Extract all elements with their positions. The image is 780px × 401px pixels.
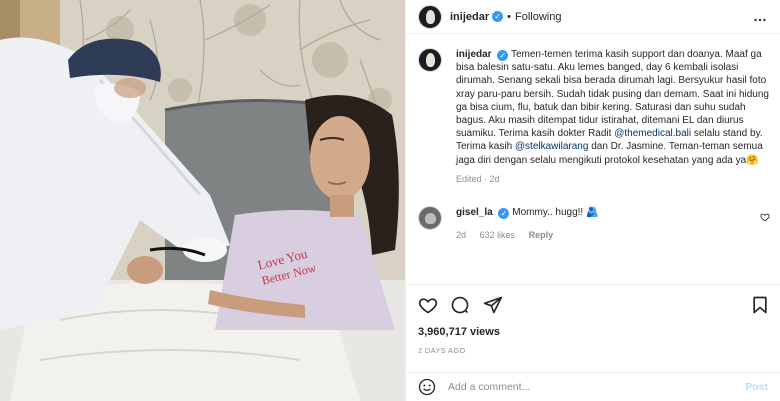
comment-text: gisel_la ✓ Mommy.. hugg!! 🫂 [456,206,756,219]
comment-message: Mommy.. hugg!! 🫂 [512,206,599,218]
hug-emoji: 🤗 [746,154,759,166]
add-comment-bar: Post [406,372,780,401]
caption-text: inijedar ✓ Temen-temen terima kasih supp… [456,48,770,167]
post-timestamp: 2 DAYS AGO [418,346,466,355]
caption-avatar[interactable] [418,48,442,72]
caption-text-1: Temen-temen terima kasih support dan doa… [456,49,769,140]
more-options-icon[interactable]: … [753,9,768,23]
commenter-avatar[interactable] [418,205,442,230]
comment-body: gisel_la ✓ Mommy.. hugg!! 🫂 2d 632 likes… [456,206,756,240]
post-header: inijedar ✓ • Following … [406,0,780,34]
caption-username[interactable]: inijedar [456,49,492,60]
author-avatar[interactable] [418,4,442,29]
post-image: Love You Better Now [0,0,405,401]
like-icon[interactable] [418,295,438,315]
post-button[interactable]: Post [745,381,768,393]
caption-body: inijedar ✓ Temen-temen terima kasih supp… [456,48,770,184]
action-bar [406,284,780,324]
comment-meta: 2d 632 likes Reply [456,230,756,240]
author-username[interactable]: inijedar [450,11,489,23]
comments-section: inijedar ✓ Temen-temen terima kasih supp… [418,48,770,240]
verified-badge-icon: ✓ [492,11,504,22]
mention-themedical[interactable]: @themedical.bali [614,128,691,139]
comment-like-icon[interactable] [760,212,770,222]
commenter-username[interactable]: gisel_la [456,207,493,218]
comment-input[interactable] [448,381,746,393]
post-panel: inijedar ✓ • Following … inijedar ✓ Teme… [405,0,780,401]
post-photo[interactable]: Love You Better Now [0,0,405,401]
comment-icon[interactable] [450,295,470,315]
verified-badge-icon: ✓ [497,50,509,61]
view-count[interactable]: 3,960,717 views [418,326,500,338]
caption: inijedar ✓ Temen-temen terima kasih supp… [418,48,770,184]
save-bookmark-icon[interactable] [750,295,770,315]
reply-button[interactable]: Reply [529,230,554,240]
caption-meta: Edited · 2d [456,173,500,184]
comment-time: 2d [456,229,467,240]
header-separator: • [507,10,511,23]
comment-likes[interactable]: 632 likes [480,230,516,240]
mention-stelkawilarang[interactable]: @stelkawilarang [515,141,589,152]
share-icon[interactable] [483,295,503,315]
comment-item: gisel_la ✓ Mommy.. hugg!! 🫂 2d 632 likes… [418,205,770,240]
verified-badge-icon: ✓ [498,207,510,219]
smiley-icon[interactable] [418,378,436,396]
following-button[interactable]: Following [515,11,561,23]
